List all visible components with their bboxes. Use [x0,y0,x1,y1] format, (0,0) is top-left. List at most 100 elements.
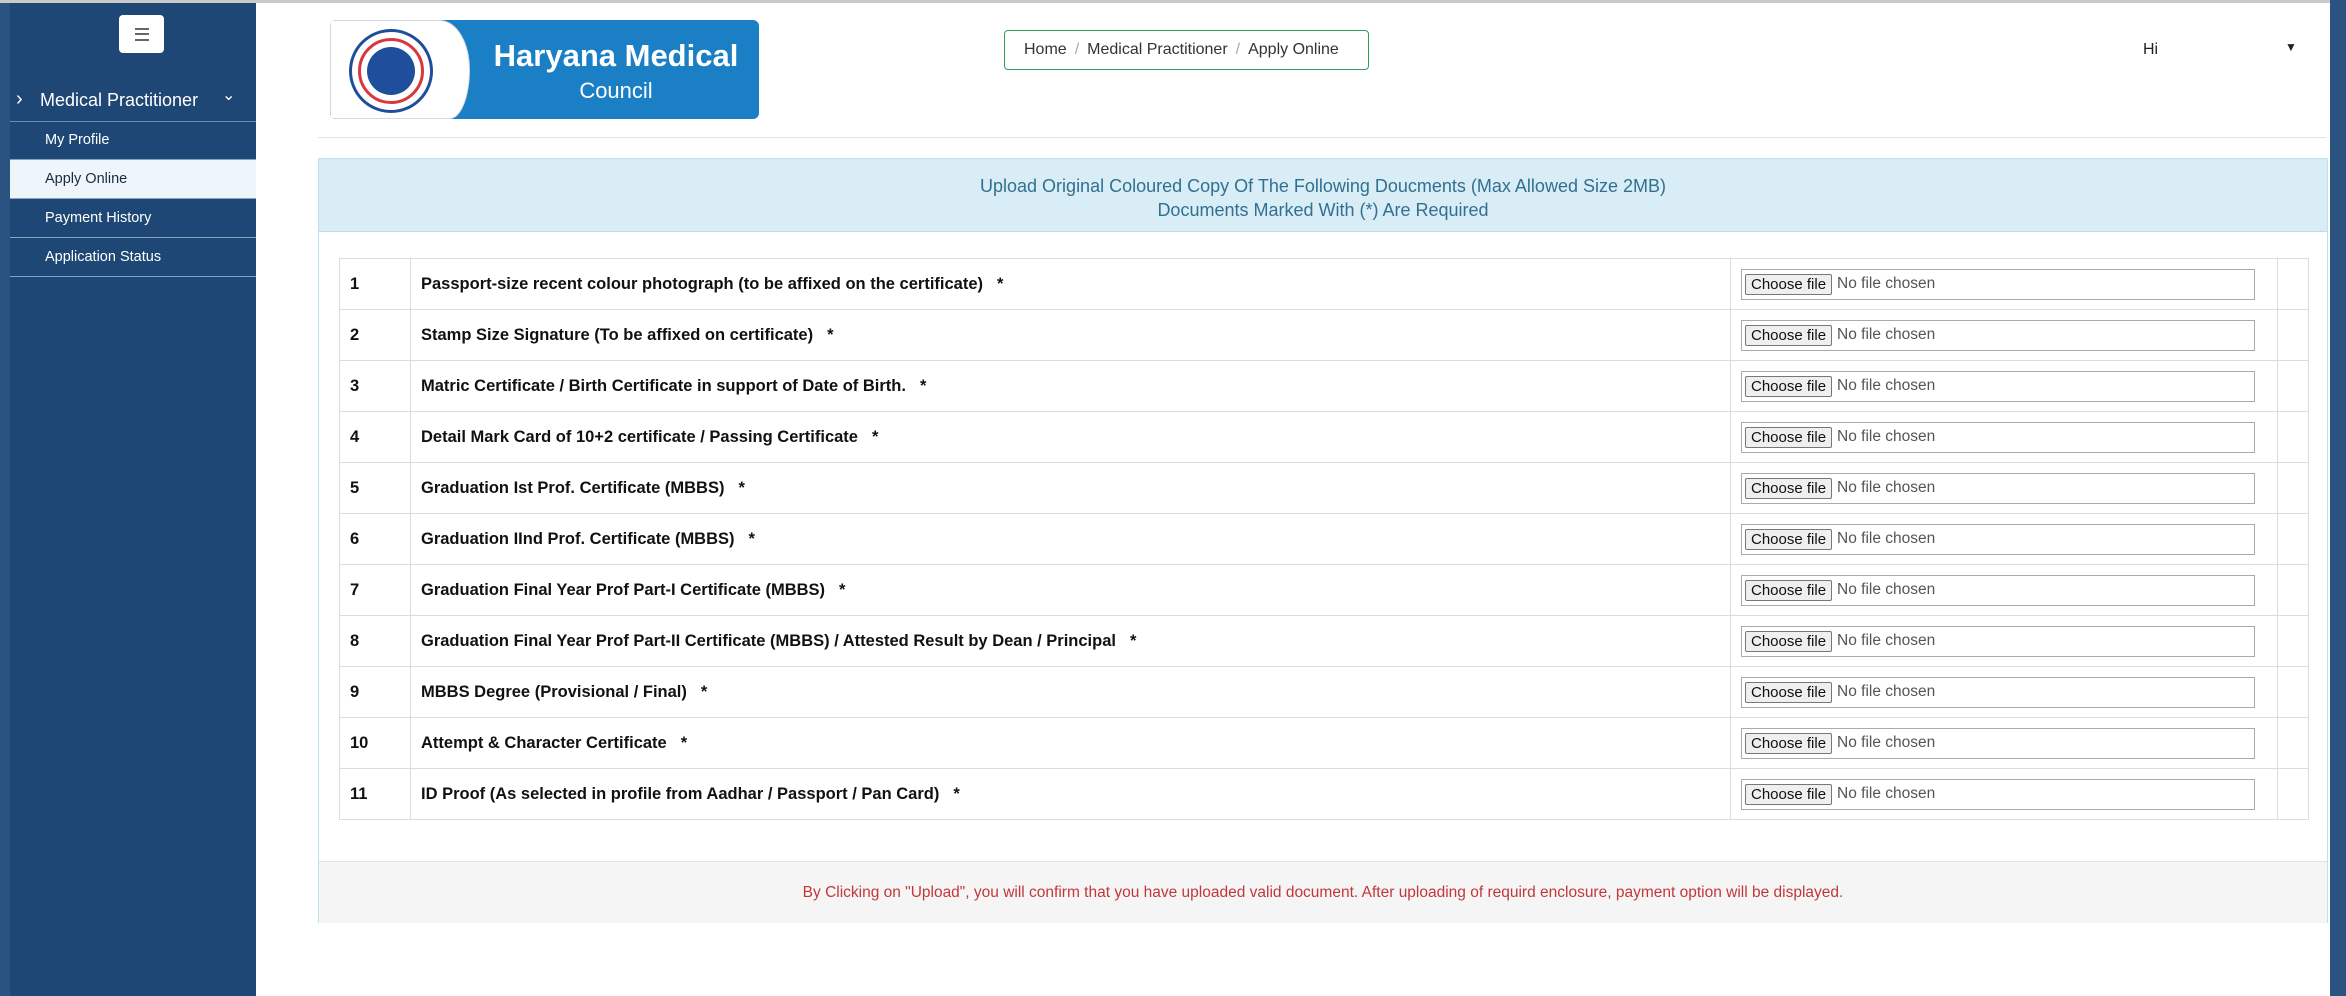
file-status-text: No file chosen [1837,734,1936,751]
file-input[interactable]: Choose file No file chosen [1741,625,2255,657]
document-row: 5 Graduation Ist Prof. Certificate (MBBS)… [339,462,2309,514]
sidebar-item-apply-online[interactable]: Apply Online [10,160,256,199]
file-input[interactable]: Choose file No file chosen [1741,676,2255,708]
file-input[interactable]: Choose file No file chosen [1741,268,2255,300]
logo-subtitle: Council [579,78,653,103]
file-input[interactable]: Choose file No file chosen [1741,421,2255,453]
logo-title: Haryana Medical [493,38,739,73]
breadcrumb-medical-practitioner[interactable]: Medical Practitioner [1087,41,1228,59]
row-action-cell [2277,717,2309,769]
file-input[interactable]: Choose file No file chosen [1741,472,2255,504]
choose-file-button[interactable]: Choose file [1745,681,1833,703]
document-number: 8 [339,615,411,667]
row-action-cell [2277,564,2309,616]
council-logo[interactable]: Haryana Medical Council [330,20,759,119]
document-title: Graduation Final Year Prof Part-I Certif… [421,580,826,599]
document-title-cell: Graduation Ist Prof. Certificate (MBBS) * [410,462,1731,514]
row-action-cell [2277,615,2309,667]
document-title-cell: Graduation IInd Prof. Certificate (MBBS)… [410,513,1731,565]
document-title: Graduation Ist Prof. Certificate (MBBS) [421,478,725,497]
choose-file-button[interactable]: Choose file [1745,273,1833,295]
document-title-cell: Matric Certificate / Birth Certificate i… [410,360,1731,412]
document-row: 7 Graduation Final Year Prof Part-I Certi… [339,564,2309,616]
logo-emblem-area [330,20,470,119]
documents-table: 1 Passport-size recent colour photograph … [339,258,2309,820]
file-input-cell: Choose file No file chosen [1730,513,2278,565]
required-marker: * [827,325,834,344]
menu-toggle-button[interactable] [119,15,164,53]
sidebar-section-label: Medical Practitioner [40,90,199,110]
window-right-edge [2330,0,2346,996]
document-row: 8 Graduation Final Year Prof Part-II Cert… [339,615,2309,667]
choose-file-button[interactable]: Choose file [1745,426,1833,448]
sidebar-item-my-profile[interactable]: My Profile [10,121,256,160]
document-title-cell: Graduation Final Year Prof Part-I Certif… [410,564,1731,616]
file-status-text: No file chosen [1837,785,1936,802]
required-marker: * [680,733,688,752]
file-status-text: No file chosen [1837,428,1936,445]
file-input[interactable]: Choose file No file chosen [1741,574,2255,606]
document-title: MBBS Degree (Provisional / Final) [421,682,687,701]
file-input[interactable]: Choose file No file chosen [1741,370,2255,402]
caret-down-icon[interactable]: ▼ [2285,40,2297,54]
document-row: 9 MBBS Degree (Provisional / Final) * Choos… [339,666,2309,718]
sidebar-outer-strip [0,3,10,996]
choose-file-button[interactable]: Choose file [1745,477,1833,499]
choose-file-button[interactable]: Choose file [1745,579,1833,601]
choose-file-button[interactable]: Choose file [1745,324,1833,346]
document-title-cell: MBBS Degree (Provisional / Final) * [410,666,1731,718]
file-input-cell: Choose file No file chosen [1730,462,2278,514]
document-title: Stamp Size Signature (To be affixed on c… [421,325,814,344]
document-title-cell: Passport-size recent colour photograph (… [410,258,1731,310]
document-number: 2 [339,309,411,361]
choose-file-button[interactable]: Choose file [1745,528,1833,550]
document-title-cell: Graduation Final Year Prof Part-II Certi… [410,615,1731,667]
sidebar-section-medical-practitioner[interactable]: › Medical Practitioner ⌄ [10,79,256,122]
file-input[interactable]: Choose file No file chosen [1741,727,2255,759]
choose-file-button[interactable]: Choose file [1745,630,1833,652]
document-number: 7 [339,564,411,616]
file-status-text: No file chosen [1837,632,1936,649]
document-number: 10 [339,717,411,769]
breadcrumb-apply-online: Apply Online [1248,41,1339,58]
window-top-edge [0,0,2346,3]
row-action-cell [2277,258,2309,310]
choose-file-button[interactable]: Choose file [1745,375,1833,397]
row-action-cell [2277,411,2309,463]
panel-heading: Upload Original Coloured Copy Of The Fol… [319,159,2327,232]
file-status-text: No file chosen [1837,377,1936,394]
required-marker: * [1129,631,1137,650]
choose-file-button[interactable]: Choose file [1745,783,1833,805]
document-row: 2 Stamp Size Signature (To be affixed on … [339,309,2309,361]
document-title: Passport-size recent colour photograph (… [421,274,983,293]
document-number: 6 [339,513,411,565]
breadcrumb-home[interactable]: Home [1024,41,1067,59]
choose-file-button[interactable]: Choose file [1745,732,1833,754]
upload-documents-panel: Upload Original Coloured Copy Of The Fol… [318,158,2328,923]
document-number: 11 [339,768,411,820]
document-title-cell: ID Proof (As selected in profile from Aa… [410,768,1731,820]
hamburger-icon [134,27,149,41]
file-input-cell: Choose file No file chosen [1730,717,2278,769]
file-input[interactable]: Choose file No file chosen [1741,523,2255,555]
row-action-cell [2277,666,2309,718]
document-title: Attempt & Character Certificate [421,733,667,752]
file-input[interactable]: Choose file No file chosen [1741,778,2255,810]
sidebar-item-application-status[interactable]: Application Status [10,238,256,277]
file-input[interactable]: Choose file No file chosen [1741,319,2255,351]
sidebar-item-payment-history[interactable]: Payment History [10,199,256,238]
file-input-cell: Choose file No file chosen [1730,360,2278,412]
required-marker: * [839,580,846,599]
required-marker: * [953,784,960,803]
document-title: Graduation IInd Prof. Certificate (MBBS) [421,529,735,548]
file-input-cell: Choose file No file chosen [1730,309,2278,361]
document-row: 10 Attempt & Character Certificate * Choose… [339,717,2309,769]
document-row: 1 Passport-size recent colour photograph … [339,258,2309,310]
header-divider [318,137,2326,138]
document-title-cell: Stamp Size Signature (To be affixed on c… [410,309,1731,361]
user-greeting[interactable]: Hi [2143,41,2158,59]
file-input-cell: Choose file No file chosen [1730,768,2278,820]
upload-confirmation-note: By Clicking on "Upload", you will confir… [319,861,2327,923]
required-marker: * [919,376,927,395]
document-number: 4 [339,411,411,463]
